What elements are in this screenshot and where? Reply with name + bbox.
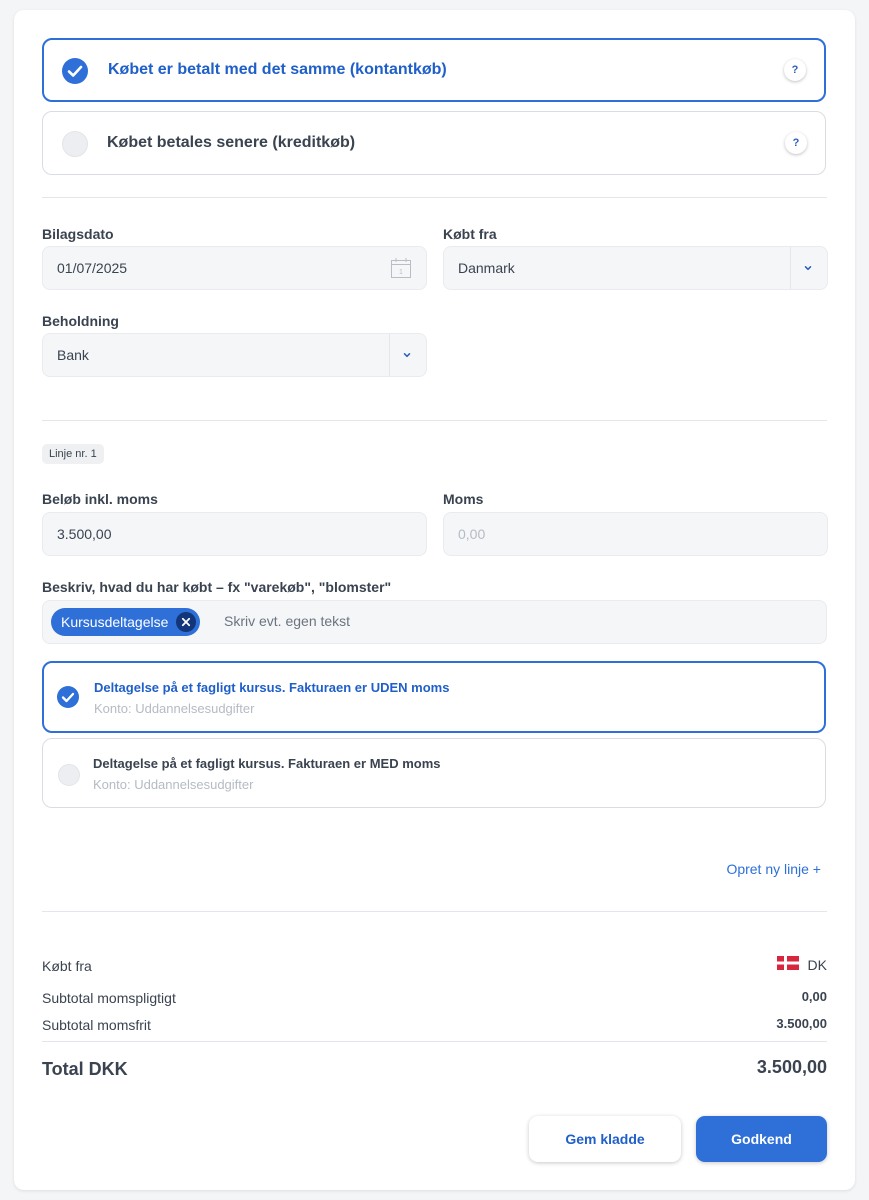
denmark-flag-icon xyxy=(777,956,799,970)
suggestion-account: Konto: Uddannelsesudgifter xyxy=(93,777,254,792)
chevron-down-icon xyxy=(804,266,812,271)
remove-chip-icon[interactable] xyxy=(176,612,197,632)
vat-input: 0,00 xyxy=(443,512,828,556)
suggestion-option[interactable]: Deltagelse på et fagligt kursus. Faktura… xyxy=(42,661,826,733)
save-draft-button[interactable]: Gem kladde xyxy=(529,1116,681,1162)
describe-input[interactable]: Kursusdeltagelse Skriv evt. egen tekst xyxy=(42,600,827,644)
amount-input[interactable]: 3.500,00 xyxy=(42,512,427,556)
divider xyxy=(42,420,827,421)
country-code: DK xyxy=(807,957,827,973)
bilagsdato-label: Bilagsdato xyxy=(42,226,114,242)
beholdning-label: Beholdning xyxy=(42,313,119,329)
describe-placeholder: Skriv evt. egen tekst xyxy=(224,613,351,629)
approve-button[interactable]: Godkend xyxy=(696,1116,827,1162)
help-icon[interactable]: ? xyxy=(785,132,807,154)
payment-option-cash[interactable]: Købet er betalt med det samme (kontantkø… xyxy=(42,38,826,102)
total-label: Total DKK xyxy=(42,1059,128,1079)
beholdning-select[interactable]: Bank xyxy=(42,333,427,377)
divider xyxy=(42,197,827,198)
divider xyxy=(42,1041,827,1042)
amount-label: Beløb inkl. moms xyxy=(42,491,158,507)
beholdning-value: Bank xyxy=(57,347,89,363)
radio-unchecked-icon xyxy=(62,131,88,157)
subtotal-free-label: Subtotal momsfrit xyxy=(42,1017,151,1033)
koebt-fra-select[interactable]: Danmark xyxy=(443,246,828,290)
subtotal-vat-value: 0,00 xyxy=(801,989,827,1004)
select-separator xyxy=(790,247,791,289)
suggestion-title: Deltagelse på et fagligt kursus. Faktura… xyxy=(94,680,450,695)
vat-label: Moms xyxy=(443,491,484,507)
line-number-badge: Linje nr. 1 xyxy=(42,444,104,464)
calendar-day: 1 xyxy=(399,269,403,276)
subtotal-vat-label: Subtotal momspligtigt xyxy=(42,990,176,1006)
payment-option-cash-label: Købet er betalt med det samme (kontantkø… xyxy=(108,61,447,78)
koebt-fra-value: Danmark xyxy=(458,260,515,276)
checked-radio-icon xyxy=(57,686,79,708)
payment-option-credit[interactable]: Købet betales senere (kreditkøb) ? xyxy=(42,111,826,175)
add-line-link[interactable]: Opret ny linje + xyxy=(726,861,821,877)
radio-unchecked-icon xyxy=(58,764,80,786)
calendar-icon[interactable]: 1 xyxy=(390,257,412,279)
divider xyxy=(42,911,827,912)
amount-value: 3.500,00 xyxy=(57,526,112,542)
bilagsdato-input[interactable]: 01/07/2025 1 xyxy=(42,246,427,290)
suggestion-account: Konto: Uddannelsesudgifter xyxy=(94,701,255,716)
help-icon[interactable]: ? xyxy=(784,59,806,81)
chevron-down-icon xyxy=(403,353,411,358)
bilagsdato-value: 01/07/2025 xyxy=(57,260,128,276)
select-separator xyxy=(389,334,390,376)
subtotal-free-value: 3.500,00 xyxy=(776,1016,827,1031)
total-value: 3.500,00 xyxy=(756,1057,827,1077)
suggestion-option[interactable]: Deltagelse på et fagligt kursus. Faktura… xyxy=(42,738,826,808)
vat-value: 0,00 xyxy=(458,526,486,542)
chip-label: Kursusdeltagelse xyxy=(61,614,169,630)
checked-radio-icon xyxy=(62,58,88,84)
suggestion-title: Deltagelse på et fagligt kursus. Faktura… xyxy=(93,756,441,771)
describe-label: Beskriv, hvad du har købt – fx "varekøb"… xyxy=(42,579,392,595)
description-chip: Kursusdeltagelse xyxy=(51,608,201,636)
koebt-fra-label: Købt fra xyxy=(443,226,497,242)
summary-koebt-fra-label: Købt fra xyxy=(42,958,92,974)
payment-option-credit-label: Købet betales senere (kreditkøb) xyxy=(107,134,356,151)
